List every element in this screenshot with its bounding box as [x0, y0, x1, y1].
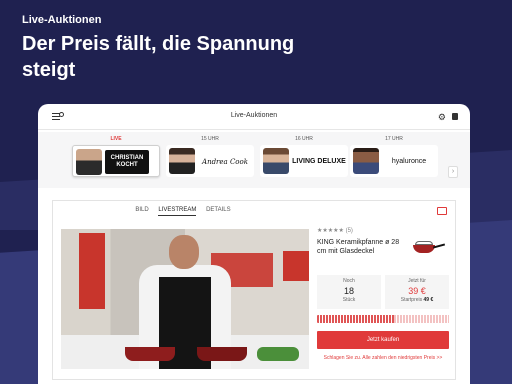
screen-icon[interactable]	[437, 207, 447, 215]
slot-time-label: 17 UHR	[385, 136, 403, 142]
header-headline: Der Preis fällt, die Spannung steigt	[22, 33, 295, 81]
start-price-label: Startpreis	[400, 297, 423, 303]
chevron-right-icon[interactable]: ›	[448, 166, 458, 178]
show-card[interactable]: Andrea Cook	[166, 145, 254, 177]
product-image	[413, 241, 446, 255]
buy-now-button[interactable]: Jetzt kaufen	[317, 331, 449, 349]
tab-livestream[interactable]: LIVESTREAM	[158, 207, 197, 216]
show-slot-17[interactable]: 17 UHR hyaluronce	[350, 136, 438, 180]
buy-note-link[interactable]: Schlagen Sie zu. Alle zahlen den niedrig…	[317, 355, 449, 361]
product-info: ★★★★★ (5) KING Keramikpfanne ø 28 cm mit…	[317, 227, 449, 361]
price-title: Jetzt für	[408, 278, 426, 284]
price-box: Jetzt für 39 € Startpreis 49 €	[385, 275, 449, 309]
show-slot-15[interactable]: 15 UHR Andrea Cook	[166, 136, 254, 180]
stock-unit: Stück	[342, 297, 356, 303]
rating: ★★★★★ (5)	[317, 227, 449, 234]
show-brand: Andrea Cook	[202, 158, 248, 166]
show-brand: hyaluronce	[391, 158, 427, 165]
show-card[interactable]: LIVING DELUXE	[260, 145, 348, 177]
host-thumbnail	[169, 148, 195, 174]
price-progress-bar	[317, 315, 449, 323]
progress-remaining	[393, 315, 449, 323]
host-thumbnail	[76, 149, 102, 175]
slot-time-label: 16 UHR	[295, 136, 313, 142]
rating-stars: ★★★★★	[317, 228, 344, 234]
app-topbar: Live-Auktionen ⚙	[38, 104, 470, 130]
current-price: 39 €	[408, 286, 426, 296]
price-boxes: Noch 18 Stück Jetzt für 39 € Startpreis …	[317, 275, 449, 309]
show-brand: LIVING DELUXE	[292, 158, 346, 165]
header-subtitle: Live-Auktionen	[22, 14, 102, 26]
show-card[interactable]: CHRISTIAN KOCHT	[72, 145, 160, 177]
stock-title: Noch	[343, 278, 355, 284]
rating-count: (5)	[345, 228, 353, 234]
app-title: Live-Auktionen	[230, 112, 278, 119]
stock-count: 18	[343, 286, 354, 296]
media-tabs: BILD LIVESTREAM DETAILS	[53, 207, 313, 216]
slot-time-label: 15 UHR	[201, 136, 219, 142]
bag-icon[interactable]	[452, 113, 458, 120]
stock-box: Noch 18 Stück	[317, 275, 381, 309]
tab-bild[interactable]: BILD	[135, 207, 148, 215]
gear-icon[interactable]: ⚙	[438, 112, 446, 123]
start-price-line: Startpreis 49 €	[385, 297, 449, 303]
show-brand: CHRISTIAN KOCHT	[105, 150, 149, 174]
auction-panel: BILD LIVESTREAM DETAILS ★★★★★ (5) KING K…	[52, 200, 456, 380]
slot-time-label: LIVE	[110, 136, 122, 142]
livestream-video[interactable]	[61, 229, 309, 369]
show-slot-live[interactable]: LIVE CHRISTIAN KOCHT	[72, 136, 160, 180]
product-name: KING Keramikpfanne ø 28 cm mit Glasdecke…	[317, 239, 400, 255]
host-thumbnail	[263, 148, 289, 174]
host-thumbnail	[353, 148, 379, 174]
show-card[interactable]: hyaluronce	[350, 145, 438, 177]
tablet-frame: Live-Auktionen ⚙ LIVE CHRISTIAN KOCHT 15…	[38, 104, 470, 384]
show-schedule-strip: LIVE CHRISTIAN KOCHT 15 UHR Andrea Cook …	[38, 132, 470, 188]
start-price: 49 €	[423, 297, 434, 303]
tab-details[interactable]: DETAILS	[206, 207, 231, 215]
show-slot-16[interactable]: 16 UHR LIVING DELUXE	[260, 136, 348, 180]
